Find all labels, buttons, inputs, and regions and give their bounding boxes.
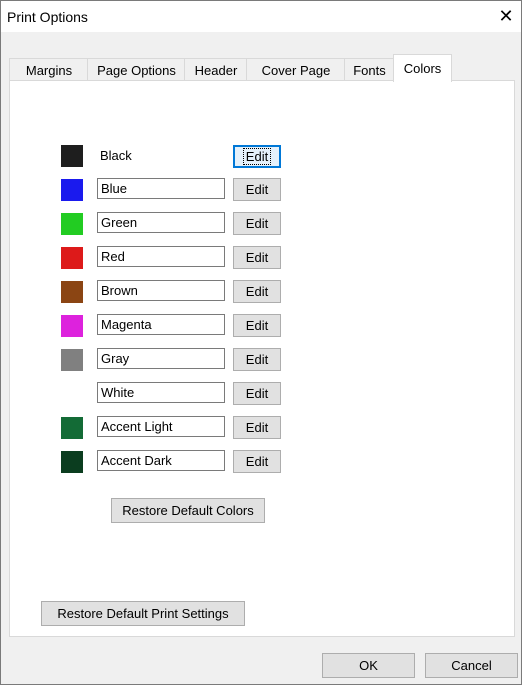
tab-fonts[interactable]: Fonts <box>344 58 395 81</box>
color-name-field-brown[interactable]: Brown <box>97 280 225 301</box>
edit-button-label: Edit <box>245 454 269 469</box>
color-swatch-gray[interactable] <box>61 349 83 371</box>
color-name-field-gray[interactable]: Gray <box>97 348 225 369</box>
print-options-dialog: Print Options ✕ Margins Page Options Hea… <box>0 0 522 685</box>
color-name-field-red[interactable]: Red <box>97 246 225 267</box>
edit-button-magenta[interactable]: Edit <box>233 314 281 337</box>
edit-button-label: Edit <box>242 148 272 165</box>
close-icon[interactable]: ✕ <box>491 1 521 32</box>
restore-default-colors-button[interactable]: Restore Default Colors <box>111 498 265 523</box>
edit-button-label: Edit <box>245 182 269 197</box>
tab-margins[interactable]: Margins <box>9 58 89 81</box>
edit-button-label: Edit <box>245 216 269 231</box>
edit-button-brown[interactable]: Edit <box>233 280 281 303</box>
edit-button-label: Edit <box>245 420 269 435</box>
tab-label: Page Options <box>97 62 176 78</box>
color-name-field-accent-dark[interactable]: Accent Dark <box>97 450 225 471</box>
edit-button-red[interactable]: Edit <box>233 246 281 269</box>
color-swatch-white[interactable] <box>61 383 83 405</box>
tab-label: Colors <box>403 61 442 76</box>
edit-button-blue[interactable]: Edit <box>233 178 281 201</box>
color-swatch-accent-dark[interactable] <box>61 451 83 473</box>
tab-header[interactable]: Header <box>184 58 248 81</box>
tab-label: Fonts <box>353 62 386 78</box>
edit-button-accent-dark[interactable]: Edit <box>233 450 281 473</box>
tab-label: Header <box>194 62 238 78</box>
tab-label: Margins <box>25 62 73 78</box>
title-bar: Print Options ✕ <box>1 1 521 32</box>
edit-button-label: Edit <box>245 284 269 299</box>
color-name-field-accent-light[interactable]: Accent Light <box>97 416 225 437</box>
color-name-field-green[interactable]: Green <box>97 212 225 233</box>
edit-button-gray[interactable]: Edit <box>233 348 281 371</box>
edit-button-green[interactable]: Edit <box>233 212 281 235</box>
color-name-field-blue[interactable]: Blue <box>97 178 225 199</box>
tab-page-options[interactable]: Page Options <box>87 58 186 81</box>
edit-button-label: Edit <box>245 318 269 333</box>
edit-button-label: Edit <box>245 250 269 265</box>
ok-button[interactable]: OK <box>322 653 415 678</box>
color-swatch-red[interactable] <box>61 247 83 269</box>
tab-label: Cover Page <box>261 62 331 78</box>
color-swatch-brown[interactable] <box>61 281 83 303</box>
color-swatch-green[interactable] <box>61 213 83 235</box>
edit-button-accent-light[interactable]: Edit <box>233 416 281 439</box>
window-title: Print Options <box>7 9 88 25</box>
tab-cover-page[interactable]: Cover Page <box>246 58 346 81</box>
color-swatch-magenta[interactable] <box>61 315 83 337</box>
tab-colors[interactable]: Colors <box>393 54 452 82</box>
color-swatch-blue[interactable] <box>61 179 83 201</box>
cancel-button[interactable]: Cancel <box>425 653 518 678</box>
restore-default-print-settings-button[interactable]: Restore Default Print Settings <box>41 601 245 626</box>
colors-panel: Black Edit Blue Edit Green Edit Red Edit… <box>9 80 515 637</box>
color-swatch-accent-light[interactable] <box>61 417 83 439</box>
edit-button-label: Edit <box>245 352 269 367</box>
color-name-field-white[interactable]: White <box>97 382 225 403</box>
color-name-field-magenta[interactable]: Magenta <box>97 314 225 335</box>
edit-button-black[interactable]: Edit <box>233 145 281 168</box>
edit-button-label: Edit <box>245 386 269 401</box>
color-label-black: Black <box>100 148 132 163</box>
color-swatch-black[interactable] <box>61 145 83 167</box>
edit-button-white[interactable]: Edit <box>233 382 281 405</box>
